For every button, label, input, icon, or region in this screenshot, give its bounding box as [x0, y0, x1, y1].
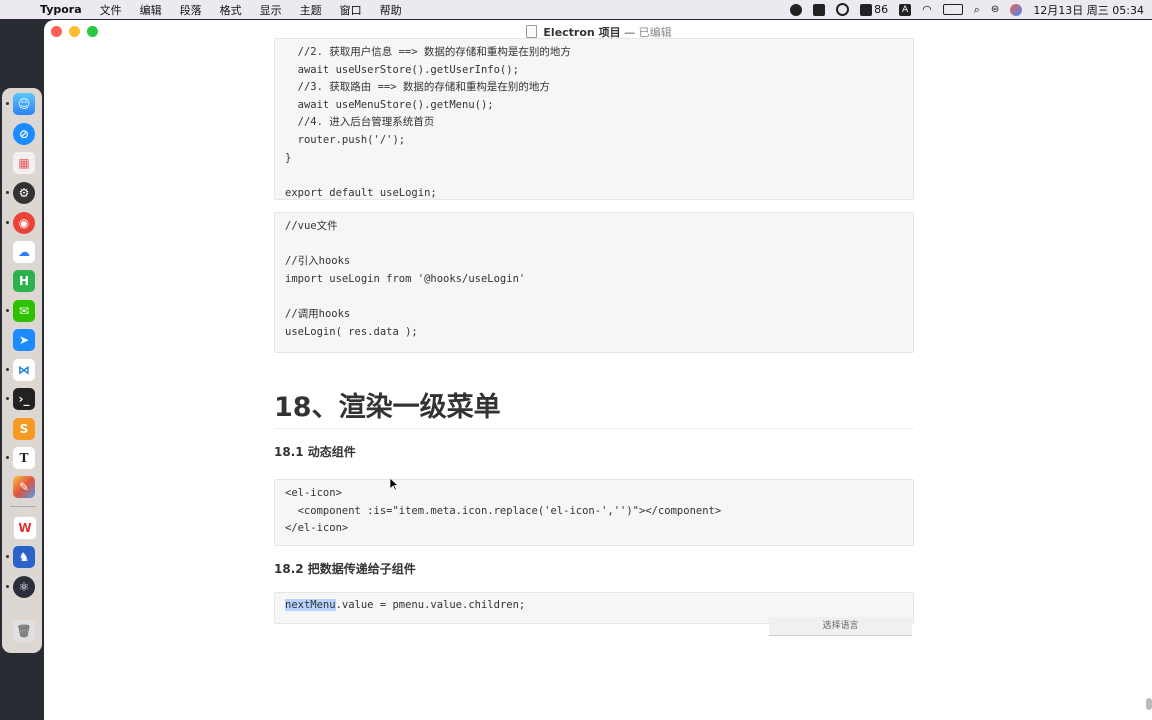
running-indicator [6, 221, 9, 224]
code-line: router.push('/'); [285, 133, 406, 146]
app-status-icon [860, 3, 873, 16]
status-count: 86 [874, 3, 889, 16]
mouse-pointer-icon [390, 478, 398, 491]
code-line: //3. 获取路由 ==> 数据的存储和重构是在别的地方 [285, 81, 550, 94]
control-center-icon[interactable]: ⊜ [991, 4, 999, 15]
sublime-icon[interactable]: S [13, 418, 35, 440]
code-text: .value = pmenu.value.children; [335, 599, 526, 611]
editor-content[interactable]: //2. 获取用户信息 ==> 数据的存储和重构是在别的地方 await use… [274, 38, 914, 624]
battery-icon[interactable] [942, 4, 963, 15]
code-line: //引入hooks [285, 255, 351, 268]
menu-paragraph[interactable]: 段落 [180, 2, 202, 18]
menu-theme[interactable]: 主题 [300, 2, 322, 18]
menu-view[interactable]: 显示 [260, 2, 282, 18]
record-icon[interactable] [790, 3, 803, 16]
menu-window[interactable]: 窗口 [340, 2, 362, 18]
apple-menu-icon[interactable] [12, 4, 24, 16]
running-indicator [6, 397, 9, 400]
code-line: <component :is="item.meta.icon.replace('… [285, 504, 722, 517]
code-line: <el-icon> [285, 487, 342, 499]
code-line: //4. 进入后台管理系统首页 [285, 116, 435, 129]
code-line: import useLogin from '@hooks/useLogin' [285, 272, 526, 285]
vscode-icon[interactable]: ⋈ [13, 359, 35, 381]
heading-h3[interactable]: 18.2 把数据传递给子组件 [274, 560, 914, 578]
running-indicator [6, 191, 9, 194]
running-indicator [6, 585, 9, 588]
trash-icon[interactable]: 🗑 [13, 620, 35, 642]
code-line: export default useLogin; [285, 186, 437, 199]
code-line: nextMenu.value = pmenu.value.children; [285, 597, 903, 615]
terminal-icon[interactable]: ›_ [13, 388, 35, 410]
wps-icon[interactable]: W [13, 516, 37, 540]
baidu-netdisk-icon[interactable]: ☁ [13, 241, 35, 263]
code-line: </el-icon> [285, 522, 349, 535]
typora-window: Electron 项目 — 已编辑 //2. 获取用户信息 ==> 数据的存储和… [44, 20, 1152, 720]
code-line: await useUserStore().getUserInfo(); [285, 63, 519, 76]
launchpad-icon[interactable]: ▦ [13, 152, 35, 174]
code-line: } [285, 151, 292, 164]
code-block[interactable]: //2. 获取用户信息 ==> 数据的存储和重构是在别的地方 await use… [274, 38, 914, 200]
feishu-icon[interactable]: ➤ [13, 329, 35, 351]
selected-text: nextMenu [285, 599, 336, 611]
dock-separator [10, 506, 36, 507]
code-line: //2. 获取用户信息 ==> 数据的存储和重构是在别的地方 [285, 46, 571, 58]
wps-status-icon[interactable] [813, 3, 826, 16]
menu-help[interactable]: 帮助 [380, 2, 402, 18]
code-line: //调用hooks [285, 307, 351, 320]
running-indicator [6, 555, 9, 558]
menu-file[interactable]: 文件 [100, 2, 122, 18]
finder-icon[interactable]: ☺ [13, 93, 35, 115]
heading-h1[interactable]: 18、渲染一级菜单 [274, 388, 914, 429]
clash-icon[interactable]: ♞ [13, 546, 35, 568]
electron-icon[interactable]: ⚛ [13, 576, 35, 598]
scrollbar-thumb[interactable] [1146, 698, 1152, 710]
code-line: //vue文件 [285, 220, 338, 232]
code-line: useLogin( res.data ); [285, 325, 418, 338]
dock: ☺ ⊘ ▦ ⚙ ◉ ☁ H ✉ ➤ ⋈ ›_ S T ✎ W ♞ ⚛ 🗑 [2, 88, 42, 653]
menu-format[interactable]: 格式 [220, 2, 242, 18]
input-method-icon[interactable]: A [899, 3, 912, 16]
code-block[interactable]: <el-icon> <component :is="item.meta.icon… [274, 479, 914, 546]
running-indicator [6, 368, 9, 371]
battery-status[interactable]: 86 [860, 3, 888, 16]
running-indicator [6, 456, 9, 459]
running-indicator [6, 309, 9, 312]
system-menubar: Typora 文件 编辑 段落 格式 显示 主题 窗口 帮助 86 A ◠ ⌕ … [0, 0, 1152, 19]
document-icon [526, 25, 538, 38]
menu-app-name[interactable]: Typora [40, 3, 82, 16]
code-block[interactable]: //vue文件 //引入hooks import useLogin from '… [274, 212, 914, 353]
menu-edit[interactable]: 编辑 [140, 2, 162, 18]
baidu-status-icon[interactable] [836, 3, 850, 16]
chrome-icon[interactable]: ◉ [13, 212, 35, 234]
system-prefs-icon[interactable]: ⚙ [13, 182, 35, 204]
heading-h3[interactable]: 18.1 动态组件 [274, 443, 914, 461]
search-icon[interactable]: ⌕ [974, 3, 980, 17]
wechat-icon[interactable]: ✉ [13, 300, 35, 322]
paint-icon[interactable]: ✎ [13, 476, 35, 498]
safari-icon[interactable]: ⊘ [13, 123, 35, 145]
wifi-icon[interactable]: ◠ [922, 3, 932, 16]
language-picker[interactable]: 选择语言 [769, 617, 912, 636]
clock[interactable]: 12月13日 周三 05:34 [1033, 2, 1144, 18]
typora-icon[interactable]: T [13, 447, 35, 469]
code-line: await useMenuStore().getMenu(); [285, 98, 494, 111]
hbuilder-icon[interactable]: H [13, 270, 35, 292]
siri-icon[interactable] [1010, 3, 1023, 16]
running-indicator [6, 102, 9, 105]
